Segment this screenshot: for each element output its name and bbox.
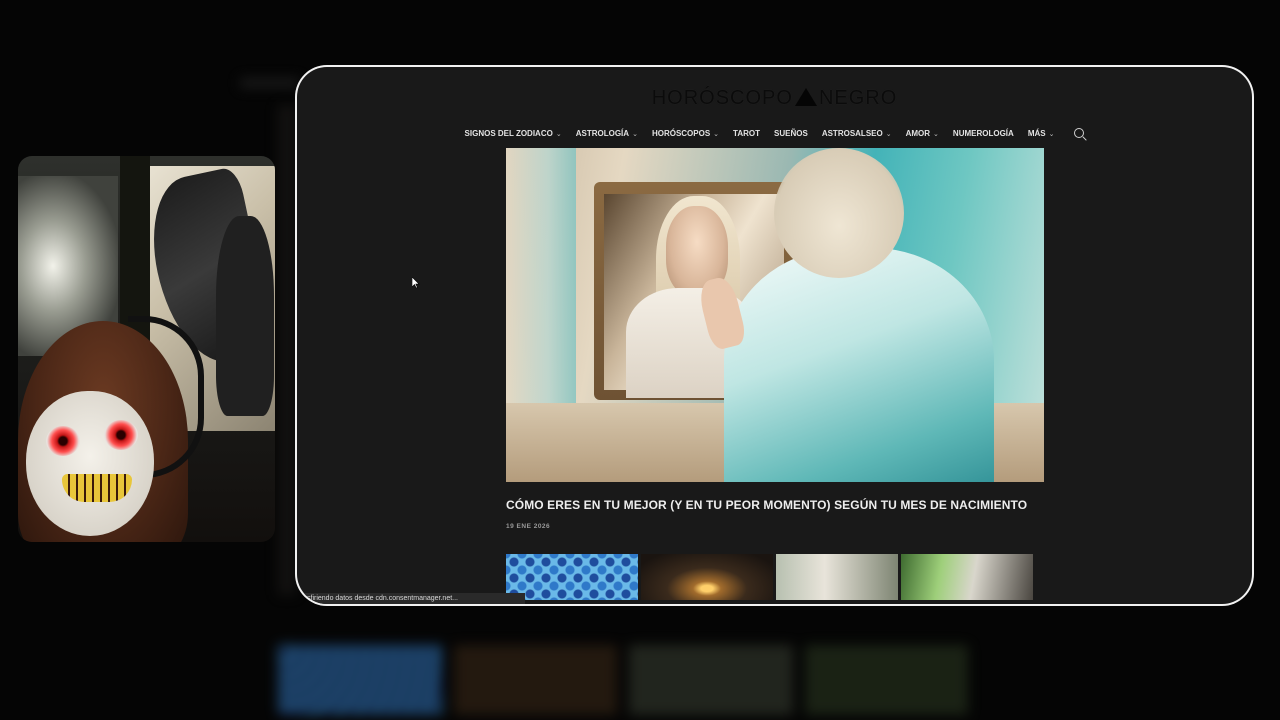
nav-label: TAROT xyxy=(733,128,761,138)
nav-item-tarot[interactable]: TAROT xyxy=(733,129,760,138)
webcam-mask-mouth xyxy=(62,474,132,502)
nav-label: MÁS xyxy=(1027,128,1046,138)
nav-item-astrosalseo[interactable]: ASTROSALSEO ⌄ xyxy=(822,129,892,138)
chevron-down-icon: ⌄ xyxy=(933,130,939,138)
post-date: 19 ENE 2026 xyxy=(506,523,551,530)
chevron-down-icon: ⌄ xyxy=(885,130,892,138)
nav-item-numerologia[interactable]: NUMEROLOGÍA xyxy=(953,129,1014,138)
nav-label: NUMEROLOGÍA xyxy=(952,128,1014,138)
webcam-overlay xyxy=(18,156,275,542)
nav-label: AMOR xyxy=(905,128,931,138)
webcam-painting-cat xyxy=(216,216,274,416)
nav-label: ASTROSALSEO xyxy=(821,128,883,138)
hero-woman-back xyxy=(724,248,994,482)
background-blur xyxy=(240,78,300,88)
related-post-thumbnail[interactable] xyxy=(641,554,773,600)
webcam-mask xyxy=(26,391,154,536)
related-post-thumbnail[interactable] xyxy=(901,554,1033,600)
nav-label: SIGNOS DEL ZODIACO xyxy=(464,128,553,138)
browser-status-bar: sfiriendo datos desde cdn.consentmanager… xyxy=(297,593,525,604)
logo-text-right: NEGRO xyxy=(818,87,898,109)
mouse-cursor-icon xyxy=(411,276,420,294)
featured-post-image[interactable] xyxy=(506,148,1044,482)
nav-item-mas[interactable]: MÁS ⌄ xyxy=(1028,129,1055,138)
logo-text-left: HORÓSCOPO xyxy=(651,87,793,109)
site-logo[interactable]: HORÓSCOPO NEGRO xyxy=(297,87,1252,110)
hero-woman-hair xyxy=(774,148,904,278)
nav-item-horoscopos[interactable]: HORÓSCOPOS ⌄ xyxy=(652,129,719,138)
chevron-down-icon: ⌄ xyxy=(713,130,720,138)
nav-label: ASTROLOGÍA xyxy=(575,128,630,138)
related-post-thumbnail[interactable] xyxy=(506,554,638,600)
nav-item-amor[interactable]: AMOR ⌄ xyxy=(906,129,939,138)
related-post-thumbnail[interactable] xyxy=(776,554,898,600)
nav-item-astrologia[interactable]: ASTROLOGÍA ⌄ xyxy=(576,129,638,138)
nav-label: SUEÑOS xyxy=(774,128,808,138)
chevron-down-icon: ⌄ xyxy=(555,130,562,138)
main-navigation: SIGNOS DEL ZODIACO ⌄ ASTROLOGÍA ⌄ HORÓSCOP… xyxy=(297,126,1252,140)
webcam-mask-eye xyxy=(46,426,80,456)
webcam-mask-eye xyxy=(104,420,138,450)
nav-item-signos[interactable]: SIGNOS DEL ZODIACO ⌄ xyxy=(465,129,562,138)
background-thumbnails-blur xyxy=(278,645,968,715)
pyramid-logo-icon xyxy=(794,88,817,106)
post-title-link[interactable]: CÓMO ERES EN TU MEJOR (Y EN TU PEOR MOME… xyxy=(506,498,1066,512)
nav-item-suenos[interactable]: SUEÑOS xyxy=(774,129,808,138)
browser-window: HORÓSCOPO NEGRO SIGNOS DEL ZODIACO ⌄ ASTRO… xyxy=(297,67,1252,604)
nav-label: HORÓSCOPOS xyxy=(651,128,711,138)
chevron-down-icon: ⌄ xyxy=(1048,130,1055,138)
background-blur xyxy=(278,105,296,595)
related-posts-row xyxy=(506,554,1042,600)
chevron-down-icon: ⌄ xyxy=(632,130,638,138)
search-icon[interactable] xyxy=(1074,128,1085,138)
